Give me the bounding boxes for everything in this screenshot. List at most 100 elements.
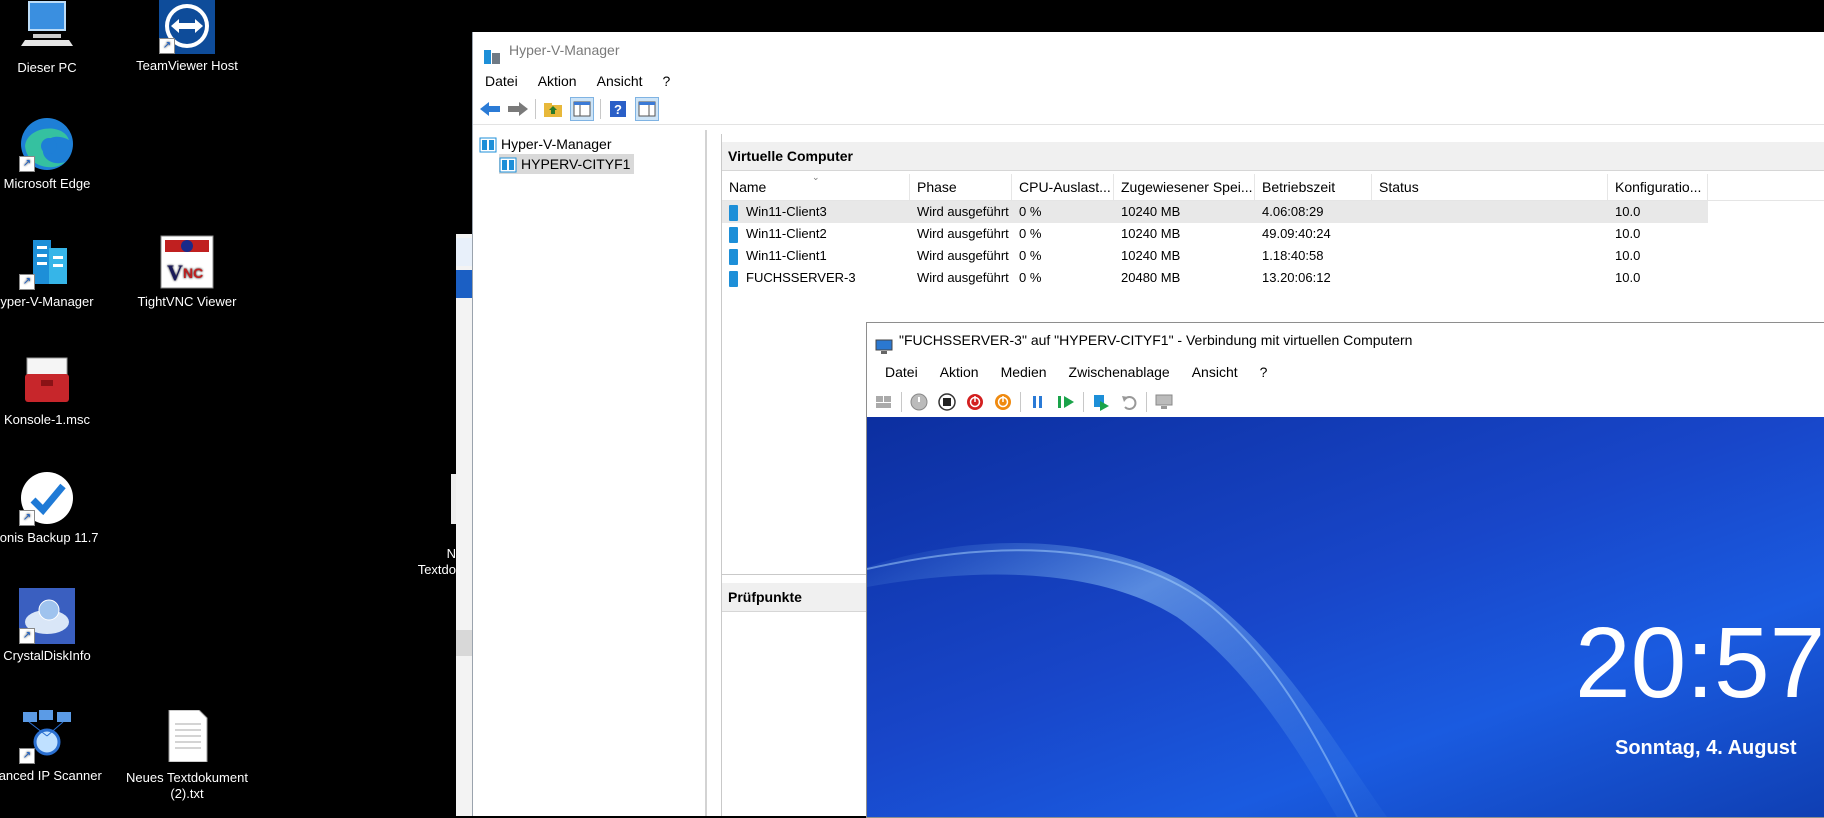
toolbar-divider [1083, 392, 1084, 412]
desktop-icon-label: TeamViewer Host [136, 58, 238, 73]
column-header-status[interactable]: Status [1372, 174, 1608, 200]
desktop-icon-label: yper-V-Manager [0, 294, 94, 309]
column-header-uptime[interactable]: Betriebszeit [1255, 174, 1372, 200]
start-icon[interactable] [908, 391, 930, 413]
desktop-icon-dieser-pc[interactable]: Dieser PC [0, 0, 112, 76]
vm-icon [729, 226, 738, 243]
backup-icon: ↗ [19, 470, 75, 526]
shortcut-arrow-icon: ↗ [19, 274, 35, 290]
pause-icon[interactable] [1027, 391, 1049, 413]
toolbar-divider [1146, 392, 1147, 412]
turn-off-icon[interactable] [936, 391, 958, 413]
window-title: "FUCHSSERVER-3" auf "HYPERV-CITYF1" - Ve… [899, 332, 1413, 348]
show-hide-console-tree-icon[interactable] [570, 97, 594, 121]
menu-aktion[interactable]: Aktion [940, 364, 979, 380]
menu-medien[interactable]: Medien [1001, 364, 1047, 380]
svg-text:?: ? [614, 102, 622, 117]
desktop-icon-teamviewer[interactable]: ↗ TeamViewer Host [122, 0, 252, 74]
vm-table: Name ⌄ Phase CPU-Auslast... Zugewiesener … [722, 174, 1824, 289]
tree-item-label: HYPERV-CITYF1 [521, 156, 631, 172]
desktop-icon-label: TightVNC Viewer [137, 294, 237, 309]
save-state-icon[interactable] [992, 391, 1014, 413]
vm-cpu: 0 % [1019, 204, 1042, 219]
shortcut-arrow-icon: ↗ [159, 38, 175, 54]
lockscreen-date: Sonntag, 4. August [1615, 737, 1797, 759]
desktop-icon-konsole[interactable]: Konsole-1.msc [0, 352, 112, 428]
shortcut-arrow-icon: ↗ [19, 156, 35, 172]
ctrl-alt-del-icon[interactable] [873, 391, 895, 413]
vm-phase: Wird ausgeführt [917, 226, 1009, 241]
desktop-icon-crystaldiskinfo[interactable]: ↗ CrystalDiskInfo [0, 588, 112, 664]
column-header-memory[interactable]: Zugewiesener Spei... [1114, 174, 1255, 200]
desktop-icon-label: Microsoft Edge [3, 176, 91, 191]
menu-help[interactable]: ? [1260, 364, 1268, 380]
partial-label-textdo: Textdo [417, 562, 456, 577]
vm-config: 10.0 [1615, 248, 1641, 263]
column-header-cpu[interactable]: CPU-Auslast... [1012, 174, 1114, 200]
vm-memory: 10240 MB [1121, 248, 1181, 263]
back-arrow-icon[interactable] [479, 98, 501, 120]
vm-icon [729, 248, 738, 265]
vm-uptime: 4.06:08:29 [1262, 204, 1324, 219]
help-icon[interactable]: ? [607, 98, 629, 120]
hyperv-manager-icon: ↗ [19, 234, 75, 290]
table-row[interactable]: Win11-Client3 Wird ausgeführt 0 % 10240 … [722, 201, 1708, 223]
tree-item-label: Hyper-V-Manager [501, 136, 612, 152]
vm-icon [729, 270, 738, 287]
desktop-icon-tightvnc[interactable]: V NC TightVNC Viewer [122, 234, 252, 310]
computer-icon [19, 0, 75, 56]
vm-memory: 10240 MB [1121, 226, 1181, 241]
tree-item-hyperv-manager[interactable]: Hyper-V-Manager [479, 134, 612, 154]
desktop-icon-acronis[interactable]: ↗ ronis Backup 11.7 [0, 470, 112, 546]
svg-text:V: V [167, 260, 183, 285]
toolbar-divider [535, 99, 536, 119]
table-row[interactable]: Win11-Client1 Wird ausgeführt 0 % 10240 … [722, 245, 1824, 267]
vm-toolbar [867, 387, 1824, 417]
folder-up-icon[interactable] [542, 98, 564, 120]
vm-uptime: 13.20:06:12 [1262, 270, 1331, 285]
vm-cpu: 0 % [1019, 226, 1042, 241]
forward-arrow-icon[interactable] [507, 98, 529, 120]
column-header-config[interactable]: Konfiguratio... [1608, 174, 1708, 200]
resume-icon[interactable] [1055, 391, 1077, 413]
window-titlebar[interactable]: "FUCHSSERVER-3" auf "HYPERV-CITYF1" - Ve… [867, 323, 1824, 357]
vm-display[interactable]: 20:57 Sonntag, 4. August [867, 417, 1824, 817]
tree-item-server[interactable]: HYPERV-CITYF1 [499, 154, 635, 174]
desktop-icon-label: Neues Textdokument (2).txt [126, 770, 248, 801]
desktop-icon-textdokument[interactable]: Neues Textdokument (2).txt [122, 709, 252, 802]
table-row[interactable]: Win11-Client2 Wird ausgeführt 0 % 10240 … [722, 223, 1824, 245]
menu-help[interactable]: ? [663, 73, 671, 89]
desktop-icon-label: Dieser PC [17, 60, 77, 75]
show-hide-action-pane-icon[interactable] [635, 97, 659, 121]
menu-ansicht[interactable]: Ansicht [597, 73, 643, 89]
desktop-icon-edge[interactable]: ↗ Microsoft Edge [0, 116, 112, 192]
desktop-icon-hyperv-manager[interactable]: ↗ yper-V-Manager [0, 234, 112, 310]
column-header-phase[interactable]: Phase [910, 174, 1012, 200]
table-row[interactable]: FUCHSSERVER-3 Wird ausgeführt 0 % 20480 … [722, 267, 1824, 289]
desktop-icon-label: CrystalDiskInfo [3, 648, 91, 663]
vm-config: 10.0 [1615, 270, 1641, 285]
vm-status [1372, 245, 1608, 267]
menu-zwischenablage[interactable]: Zwischenablage [1069, 364, 1170, 380]
menu-aktion[interactable]: Aktion [538, 73, 577, 89]
section-title-virtual-machines: Virtuelle Computer [722, 142, 1824, 171]
vm-status [1372, 201, 1608, 223]
vm-cpu: 0 % [1019, 248, 1042, 263]
menu-bar: Datei Aktion Medien Zwischenablage Ansic… [867, 357, 1824, 387]
shut-down-icon[interactable] [964, 391, 986, 413]
window-titlebar[interactable]: Hyper-V-Manager [473, 32, 1824, 68]
enhanced-session-icon[interactable] [1153, 391, 1175, 413]
menu-ansicht[interactable]: Ansicht [1192, 364, 1238, 380]
checkpoint-icon[interactable] [1090, 391, 1112, 413]
toolbar: ? [473, 94, 1824, 125]
vm-status [1372, 267, 1608, 289]
desktop-icon-ip-scanner[interactable]: ↗ vanced IP Scanner [0, 708, 112, 784]
hyperv-manager-icon [479, 137, 497, 153]
menu-datei[interactable]: Datei [885, 364, 918, 380]
revert-icon[interactable] [1118, 391, 1140, 413]
column-header-name[interactable]: Name ⌄ [722, 174, 910, 200]
menu-datei[interactable]: Datei [485, 73, 518, 89]
server-icon [499, 157, 517, 173]
toolbar-divider [600, 99, 601, 119]
shortcut-arrow-icon: ↗ [19, 748, 35, 764]
